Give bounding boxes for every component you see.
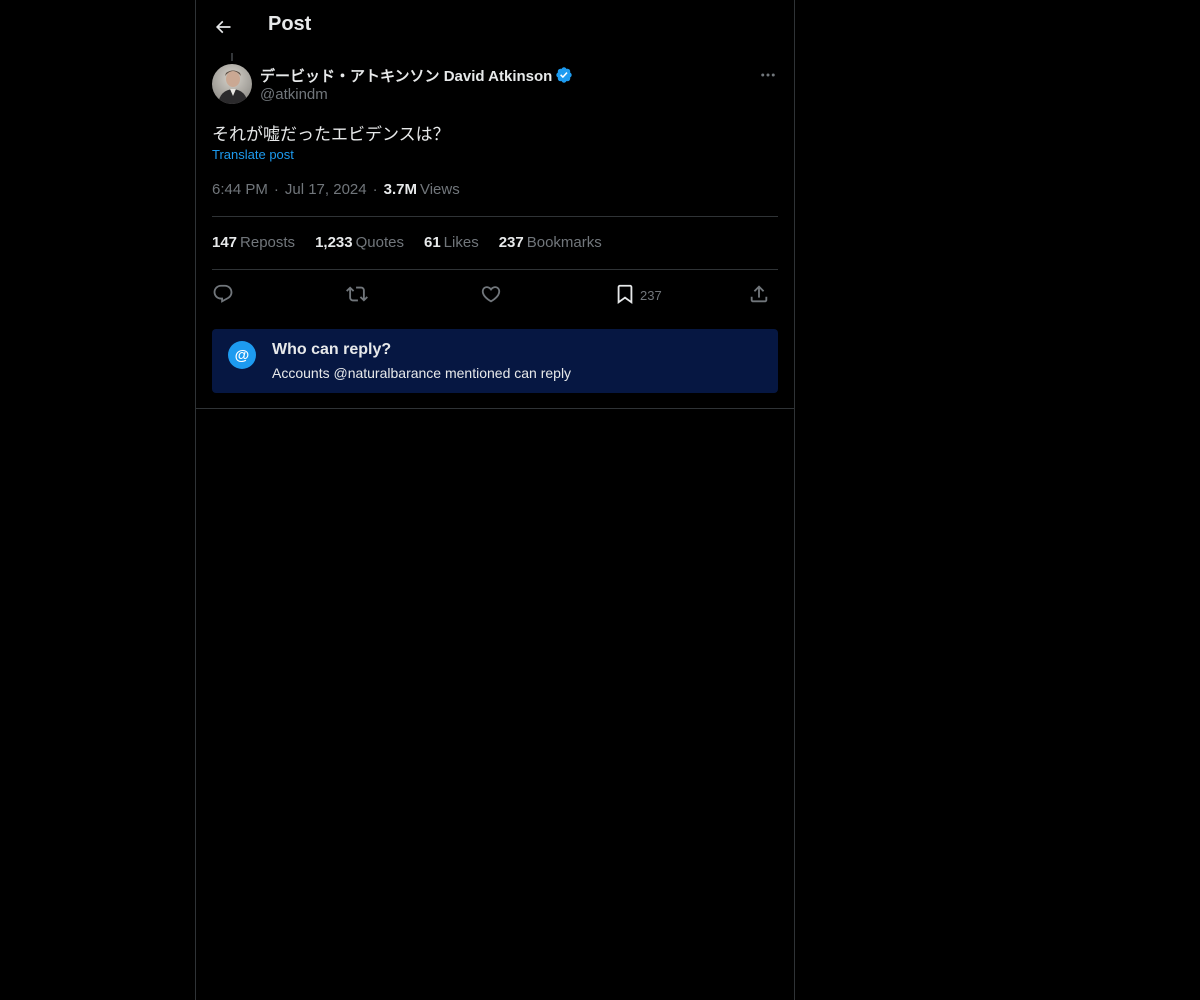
reply-restriction-title: Who can reply? bbox=[272, 341, 392, 358]
views-count: 3.7M bbox=[383, 181, 417, 198]
more-options-button[interactable] bbox=[752, 64, 784, 86]
stat-count: 237 bbox=[498, 234, 524, 251]
page-title: Post bbox=[268, 13, 312, 35]
stat-count: 1,233 bbox=[315, 234, 353, 251]
divider bbox=[212, 216, 778, 217]
views-label: Views bbox=[419, 181, 460, 198]
post-header: Post bbox=[196, 0, 794, 53]
display-name[interactable]: デービッド・アトキンソン David Atkinson bbox=[260, 65, 552, 86]
quotes-stat[interactable]: 1,233 Quotes bbox=[315, 234, 404, 251]
translate-post-link[interactable]: Translate post bbox=[212, 147, 294, 162]
engagement-stats: 147 Reposts 1,233 Quotes 61 Likes 237 Bookma… bbox=[212, 234, 622, 251]
at-sign-icon: @ bbox=[228, 341, 256, 369]
back-button[interactable] bbox=[208, 12, 238, 42]
more-horizontal-icon bbox=[761, 73, 775, 77]
repost-button[interactable] bbox=[346, 280, 368, 308]
user-handle[interactable]: @atkindm bbox=[260, 86, 720, 103]
author-info: デービッド・アトキンソン David Atkinson @atkindm bbox=[260, 64, 720, 103]
stat-label: Bookmarks bbox=[526, 234, 602, 251]
post-time[interactable]: 6:44 PM bbox=[212, 181, 268, 198]
like-button[interactable] bbox=[480, 280, 502, 308]
stat-label: Reposts bbox=[240, 234, 296, 251]
reply-icon bbox=[213, 284, 233, 303]
bookmark-count: 237 bbox=[640, 288, 662, 303]
repost-icon bbox=[346, 286, 368, 302]
separator-dot: · bbox=[273, 181, 279, 198]
post-metadata: 6:44 PM · Jul 17, 2024 · 3.7M Views bbox=[212, 181, 460, 198]
share-button[interactable] bbox=[748, 280, 770, 308]
reply-restriction-description: Accounts @naturalbarance mentioned can r… bbox=[272, 365, 572, 381]
likes-stat[interactable]: 61 Likes bbox=[424, 234, 479, 251]
display-name-row: デービッド・アトキンソン David Atkinson bbox=[260, 64, 720, 86]
post-date[interactable]: Jul 17, 2024 bbox=[285, 181, 367, 198]
bookmarks-stat[interactable]: 237 Bookmarks bbox=[499, 234, 602, 251]
reposts-stat[interactable]: 147 Reposts bbox=[212, 234, 295, 251]
action-bar: 237 bbox=[212, 280, 778, 308]
stat-label: Likes bbox=[443, 234, 479, 251]
post-bottom-border bbox=[196, 408, 794, 409]
thread-connector-line bbox=[231, 53, 233, 61]
arrow-left-icon bbox=[215, 20, 231, 34]
verified-badge-icon[interactable] bbox=[555, 66, 573, 84]
divider bbox=[212, 269, 778, 270]
bookmark-icon bbox=[617, 284, 633, 305]
separator-dot: · bbox=[372, 181, 378, 198]
stat-label: Quotes bbox=[355, 234, 404, 251]
avatar-image bbox=[212, 64, 252, 104]
avatar[interactable] bbox=[212, 64, 252, 104]
reply-button[interactable] bbox=[212, 280, 234, 308]
reply-restriction-card: @ Who can reply? Accounts @naturalbaranc… bbox=[212, 329, 778, 393]
stat-count: 61 bbox=[423, 234, 441, 251]
post-column: Post デービッド・アトキンソン David Atkinson @atkind… bbox=[195, 0, 795, 1000]
heart-icon bbox=[481, 286, 501, 303]
bookmark-button[interactable]: 237 bbox=[614, 280, 662, 308]
share-icon bbox=[750, 285, 768, 303]
post-text: それが嘘だったエビデンスは？ bbox=[212, 125, 450, 145]
stat-count: 147 bbox=[212, 234, 238, 251]
